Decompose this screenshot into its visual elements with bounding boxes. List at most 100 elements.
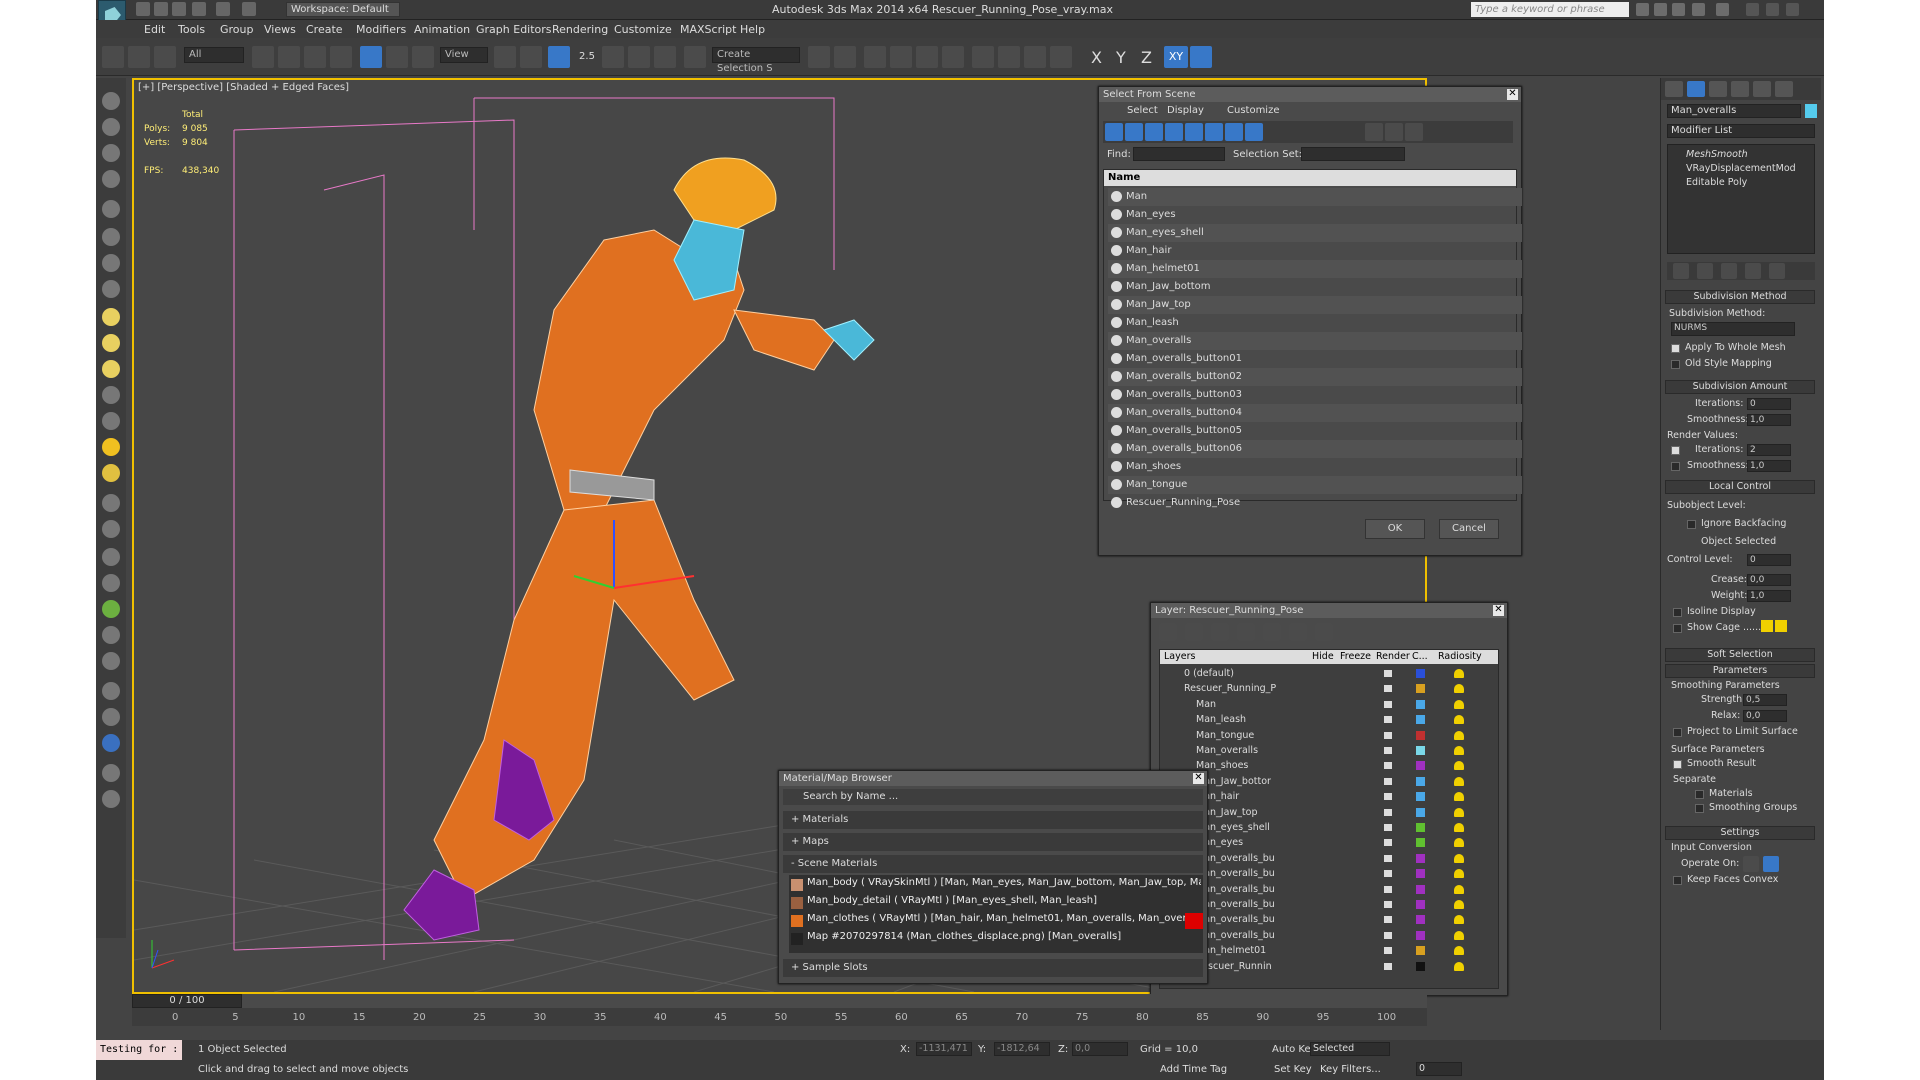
set-key-button[interactable]: Set Key: [1274, 1064, 1312, 1075]
utilities-tab-icon[interactable]: [1775, 81, 1793, 97]
freeze-column[interactable]: Freeze: [1340, 650, 1371, 664]
object-name-field[interactable]: Man_overalls: [1667, 104, 1801, 118]
subdivision-amount-rollout[interactable]: Subdivision Amount: [1665, 380, 1815, 394]
radiosity-column[interactable]: Radiosity: [1438, 650, 1482, 664]
key-mode-dropdown[interactable]: Selected: [1310, 1042, 1390, 1056]
layer-color-swatch[interactable]: [1416, 684, 1425, 694]
hide-column[interactable]: Hide: [1312, 650, 1334, 664]
layer-color-swatch[interactable]: [1416, 699, 1425, 709]
layer-row[interactable]: Rescuer_Running_P: [1160, 681, 1496, 696]
new-file-icon[interactable]: [136, 2, 150, 16]
redo-icon[interactable]: [216, 2, 230, 16]
maps-section[interactable]: + Maps: [783, 833, 1203, 851]
sun-light-icon[interactable]: [102, 438, 120, 456]
hair-icon[interactable]: [102, 626, 120, 644]
menu-animation[interactable]: Animation: [414, 23, 470, 36]
close-icon[interactable]: ✕: [1493, 605, 1504, 616]
cancel-button[interactable]: Cancel: [1439, 519, 1499, 539]
layer-color-swatch[interactable]: [1416, 853, 1425, 863]
binoculars-icon[interactable]: [1636, 3, 1649, 16]
render-teapot-icon[interactable]: [1384, 762, 1392, 770]
layer-color-swatch[interactable]: [1416, 761, 1425, 771]
apply-whole-mesh-checkbox[interactable]: [1671, 344, 1680, 353]
restore-icon[interactable]: [1766, 3, 1779, 16]
communication-icon[interactable]: [1672, 3, 1685, 16]
object-color-swatch[interactable]: [1805, 104, 1817, 118]
filter-helpers-icon[interactable]: [1185, 123, 1203, 141]
radiosity-icon[interactable]: [1454, 699, 1464, 709]
time-slider-track[interactable]: 0 / 100: [132, 994, 1427, 1008]
info-icon[interactable]: [102, 764, 120, 782]
select-all-icon[interactable]: [1365, 123, 1383, 141]
display-tab-icon[interactable]: [1753, 81, 1771, 97]
stack-item-vraydisplacement[interactable]: VRayDisplacementMod: [1686, 163, 1796, 174]
axis-y-button[interactable]: Y: [1116, 48, 1126, 67]
layer-color-swatch[interactable]: [1416, 807, 1425, 817]
layer-dialog-title[interactable]: Layer: Rescuer_Running_Pose: [1151, 603, 1507, 618]
menu-customize[interactable]: Customize: [614, 23, 672, 36]
select-none-icon[interactable]: [1385, 123, 1403, 141]
edit-named-selection-icon[interactable]: [684, 46, 706, 68]
sfs-menu-customize[interactable]: Customize: [1227, 105, 1280, 116]
menu-rendering[interactable]: Rendering: [552, 23, 608, 36]
old-style-mapping-checkbox[interactable]: [1671, 360, 1680, 369]
radiosity-icon[interactable]: [1454, 761, 1464, 771]
material-search-input[interactable]: Search by Name ...: [783, 789, 1203, 805]
pivot-center-icon[interactable]: [494, 46, 516, 68]
scene-explorer-icon[interactable]: [102, 708, 120, 726]
show-end-result-icon[interactable]: [1697, 263, 1713, 279]
scene-object-row[interactable]: Man_overalls: [1108, 332, 1522, 350]
z-coord-field[interactable]: 0,0: [1072, 1042, 1128, 1056]
add-to-layer-icon[interactable]: [1211, 623, 1229, 641]
scene-object-row[interactable]: Man: [1108, 188, 1522, 206]
material-item[interactable]: Man_clothes ( VRayMtl ) [Man_hair, Man_h…: [807, 913, 1201, 924]
scene-object-row[interactable]: Man_overalls_button02: [1108, 368, 1522, 386]
render-icon[interactable]: [102, 118, 120, 136]
render-teapot-icon[interactable]: [1384, 824, 1392, 831]
render-teapot-icon[interactable]: [1384, 901, 1392, 908]
scene-object-row[interactable]: Man_hair: [1108, 242, 1522, 260]
radiosity-icon[interactable]: [1454, 838, 1464, 848]
radiosity-icon[interactable]: [1454, 853, 1464, 863]
layer-color-swatch[interactable]: [1416, 838, 1425, 848]
select-scale-icon[interactable]: [412, 46, 434, 68]
menu-views[interactable]: Views: [264, 23, 296, 36]
spinner-snap-icon[interactable]: [654, 46, 676, 68]
scene-object-row[interactable]: Man_helmet01: [1108, 260, 1522, 278]
render-smoothness-checkbox[interactable]: [1671, 462, 1680, 471]
render-teapot-icon[interactable]: [1384, 916, 1392, 924]
operate-on-faces-icon[interactable]: [1743, 856, 1759, 872]
settings-rollout[interactable]: Settings: [1665, 826, 1815, 840]
teapot-icon[interactable]: [102, 92, 120, 110]
select-move-icon[interactable]: [360, 46, 382, 68]
scene-object-row[interactable]: Man_overalls_button05: [1108, 422, 1522, 440]
select-rotate-icon[interactable]: [386, 46, 408, 68]
crease-spinner[interactable]: 0,0: [1747, 574, 1791, 586]
radiosity-icon[interactable]: [1454, 730, 1464, 740]
relax-spinner[interactable]: 0,0: [1743, 710, 1787, 722]
viewport-icon[interactable]: [102, 170, 120, 188]
mirror-icon[interactable]: [808, 46, 830, 68]
subdivision-method-dropdown[interactable]: NURMS: [1671, 322, 1795, 336]
layer-row[interactable]: Rescuer_Runnin: [1160, 959, 1496, 974]
layer-color-swatch[interactable]: [1416, 900, 1425, 909]
layer-color-swatch[interactable]: [1416, 730, 1425, 740]
keep-faces-convex-checkbox[interactable]: [1673, 876, 1682, 885]
filter-xrefs-icon[interactable]: [1245, 123, 1263, 141]
open-file-icon[interactable]: [154, 2, 168, 16]
menu-modifiers[interactable]: Modifiers: [356, 23, 406, 36]
layer-row[interactable]: Man_hair: [1160, 789, 1496, 804]
angle-snap-icon[interactable]: [602, 46, 624, 68]
close-icon[interactable]: ✕: [1193, 773, 1204, 784]
layer-color-swatch[interactable]: [1416, 961, 1425, 971]
project-folder-icon[interactable]: [242, 2, 256, 16]
radiosity-icon[interactable]: [1454, 869, 1464, 879]
cone-primitive-icon[interactable]: [102, 412, 120, 430]
render-iterations-checkbox[interactable]: [1671, 446, 1680, 455]
hierarchy-tab-icon[interactable]: [1709, 81, 1727, 97]
add-time-tag[interactable]: Add Time Tag: [1160, 1064, 1227, 1075]
radiosity-icon[interactable]: [1454, 684, 1464, 694]
scene-object-row[interactable]: Man_eyes_shell: [1108, 224, 1522, 242]
snaps-toggle-button[interactable]: 2.5: [576, 46, 598, 68]
radiosity-icon[interactable]: [1454, 823, 1464, 832]
